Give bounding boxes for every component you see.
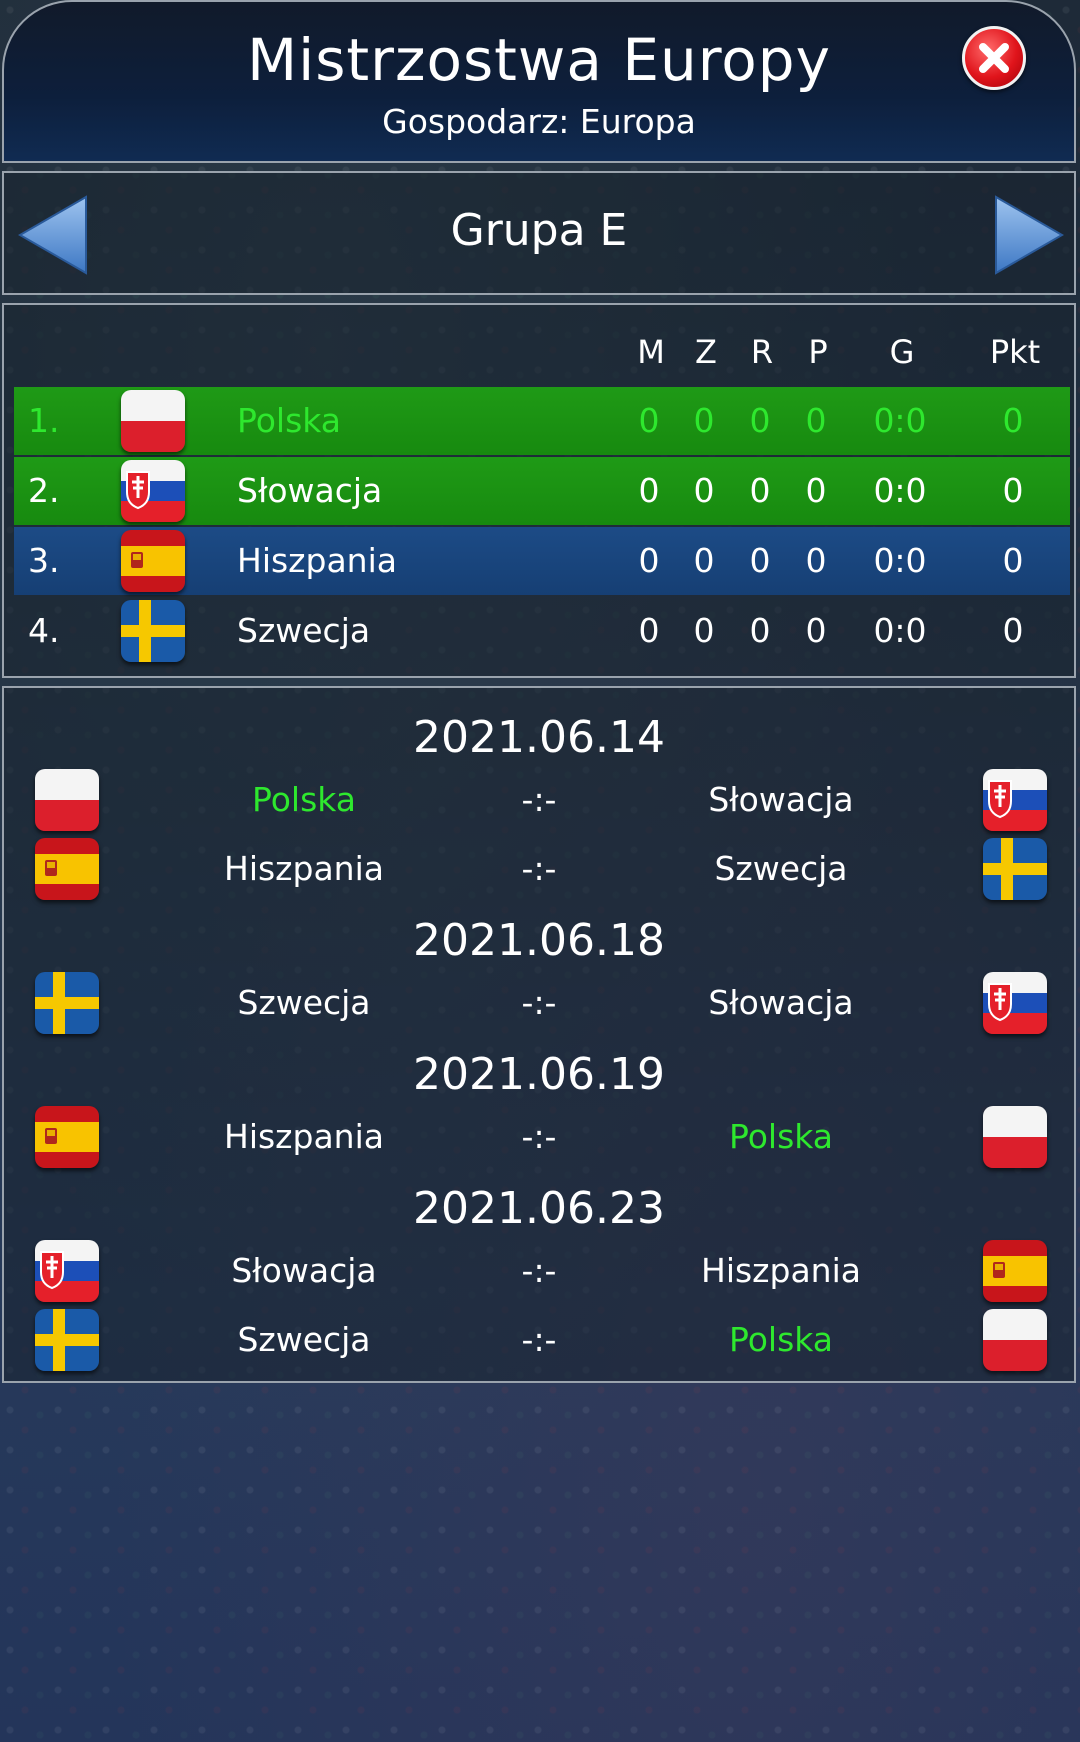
flag-slovakia-icon — [983, 769, 1047, 831]
points: 0 — [1002, 611, 1024, 650]
team-name: Słowacja — [237, 471, 383, 510]
flag-spain-icon — [35, 838, 99, 900]
match-row[interactable]: Szwecja -:- Słowacja — [4, 972, 1078, 1034]
away-team: Słowacja — [708, 983, 854, 1022]
column-header-goals: G — [889, 333, 915, 371]
standings-table: M Z R P G Pkt 1. Polska 0 0 0 0 0:0 0 2.… — [2, 303, 1076, 678]
home-team: Szwecja — [237, 1320, 371, 1359]
rank: 3. — [28, 541, 60, 580]
close-icon — [979, 43, 1009, 73]
away-team: Polska — [728, 1117, 834, 1156]
match-score: -:- — [521, 983, 557, 1022]
flag-sweden-icon — [35, 972, 99, 1034]
column-header-drawn: R — [750, 333, 774, 371]
home-team: Szwecja — [237, 983, 371, 1022]
match-date: 2021.06.18 — [413, 915, 665, 966]
standings-row[interactable]: 2. Słowacja 0 0 0 0 0:0 0 — [14, 457, 1070, 525]
away-team: Polska — [728, 1320, 834, 1359]
rank: 4. — [28, 611, 60, 650]
standings-row[interactable]: 4. Szwecja 0 0 0 0 0:0 0 — [14, 597, 1070, 665]
match-score: -:- — [521, 1251, 557, 1290]
home-team: Polska — [251, 780, 357, 819]
home-team: Słowacja — [231, 1251, 377, 1290]
flag-sweden-icon — [35, 1309, 99, 1371]
points: 0 — [1002, 401, 1024, 440]
rank: 1. — [28, 401, 60, 440]
match-row[interactable]: Polska -:- Słowacja — [4, 769, 1078, 831]
away-team: Szwecja — [714, 849, 848, 888]
match-row[interactable]: Szwecja -:- Polska — [4, 1309, 1078, 1371]
flag-poland-icon — [35, 769, 99, 831]
next-group-arrow-icon[interactable] — [992, 195, 1064, 275]
column-header-points: Pkt — [989, 333, 1041, 371]
header-panel: Mistrzostwa Europy Gospodarz: Europa — [2, 0, 1076, 163]
flag-spain-icon — [983, 1240, 1047, 1302]
match-row[interactable]: Hiszpania -:- Szwecja — [4, 838, 1078, 900]
won: 0 — [693, 471, 715, 510]
flag-sweden-icon — [983, 838, 1047, 900]
flag-slovakia-icon — [983, 972, 1047, 1034]
match-date: 2021.06.14 — [413, 712, 665, 763]
team-name: Polska — [237, 401, 342, 440]
goals: 0:0 — [873, 611, 927, 650]
group-title: Grupa E — [450, 205, 628, 256]
match-score: -:- — [521, 1320, 557, 1359]
match-score: -:- — [521, 1117, 557, 1156]
match-row[interactable]: Słowacja -:- Hiszpania — [4, 1240, 1078, 1302]
lost: 0 — [805, 401, 827, 440]
flag-poland-icon — [121, 390, 185, 452]
points: 0 — [1002, 471, 1024, 510]
fixtures-list: 2021.06.14 Polska -:- Słowacja Hiszpania… — [2, 686, 1076, 1383]
played: 0 — [638, 611, 660, 650]
match-date: 2021.06.19 — [413, 1049, 665, 1100]
goals: 0:0 — [873, 471, 927, 510]
rank: 2. — [28, 471, 60, 510]
host-subtitle: Gospodarz: Europa — [382, 102, 696, 141]
drawn: 0 — [749, 611, 771, 650]
flag-spain-icon — [121, 530, 185, 592]
match-score: -:- — [521, 780, 557, 819]
column-header-played: M — [637, 333, 665, 371]
won: 0 — [693, 611, 715, 650]
standings-row[interactable]: 3. Hiszpania 0 0 0 0 0:0 0 — [14, 527, 1070, 595]
lost: 0 — [805, 541, 827, 580]
standings-row[interactable]: 1. Polska 0 0 0 0 0:0 0 — [14, 387, 1070, 455]
away-team: Hiszpania — [701, 1251, 861, 1290]
flag-slovakia-icon — [121, 460, 185, 522]
drawn: 0 — [749, 471, 771, 510]
team-name: Hiszpania — [237, 541, 397, 580]
drawn: 0 — [749, 541, 771, 580]
column-header-won: Z — [695, 333, 717, 371]
goals: 0:0 — [873, 401, 927, 440]
played: 0 — [638, 471, 660, 510]
flag-sweden-icon — [121, 600, 185, 662]
match-row[interactable]: Hiszpania -:- Polska — [4, 1106, 1078, 1168]
flag-poland-icon — [983, 1106, 1047, 1168]
home-team: Hiszpania — [224, 849, 384, 888]
page-title: Mistrzostwa Europy — [247, 26, 831, 94]
away-team: Słowacja — [708, 780, 854, 819]
team-name: Szwecja — [237, 611, 371, 650]
won: 0 — [693, 401, 715, 440]
home-team: Hiszpania — [224, 1117, 384, 1156]
lost: 0 — [805, 611, 827, 650]
match-score: -:- — [521, 849, 557, 888]
match-date: 2021.06.23 — [413, 1183, 665, 1234]
flag-poland-icon — [983, 1309, 1047, 1371]
goals: 0:0 — [873, 541, 927, 580]
column-header-lost: P — [808, 333, 828, 371]
points: 0 — [1002, 541, 1024, 580]
lost: 0 — [805, 471, 827, 510]
close-button[interactable] — [962, 26, 1026, 90]
flag-spain-icon — [35, 1106, 99, 1168]
won: 0 — [693, 541, 715, 580]
played: 0 — [638, 401, 660, 440]
drawn: 0 — [749, 401, 771, 440]
flag-slovakia-icon — [35, 1240, 99, 1302]
group-navigation: Grupa E — [2, 171, 1076, 295]
played: 0 — [638, 541, 660, 580]
